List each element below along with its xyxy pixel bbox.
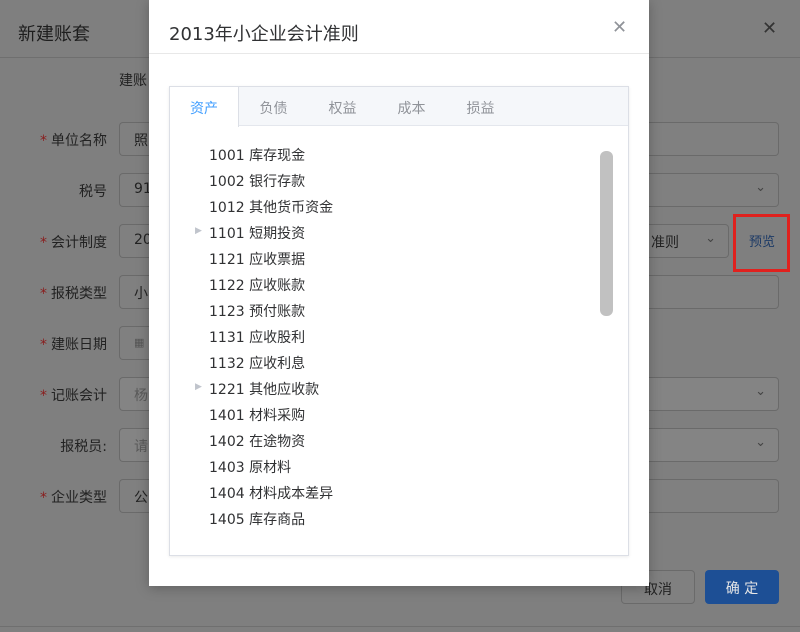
form-input-value: 杨 — [134, 388, 148, 404]
account-node[interactable]: 1101 短期投资 — [209, 219, 305, 245]
required-asterisk: * — [40, 235, 47, 251]
account-node[interactable]: 1402 在途物资 — [209, 427, 305, 453]
account-node[interactable]: 1132 应收利息 — [209, 349, 305, 375]
account-node[interactable]: 1404 材料成本差异 — [209, 479, 333, 505]
form-label-text: 税号 — [79, 184, 107, 200]
form-label: * 报税类型 — [40, 283, 107, 303]
form-input-value: 请 — [134, 439, 148, 455]
account-node[interactable]: 1403 原材料 — [209, 453, 291, 479]
account-node[interactable]: 1221 其他应收款 — [209, 375, 319, 401]
account-node[interactable]: 1123 预付账款 — [209, 297, 305, 323]
chevron-down-icon: ⌄ — [705, 231, 716, 246]
account-node[interactable]: 1012 其他货币资金 — [209, 193, 333, 219]
scrollbar-thumb[interactable] — [600, 151, 613, 316]
form-label: * 企业类型 — [40, 487, 107, 507]
form-input-end[interactable] — [649, 479, 779, 513]
chevron-down-icon: ⌄ — [755, 384, 766, 399]
required-asterisk: * — [40, 286, 47, 302]
form-input-value: 照 — [134, 133, 148, 149]
required-asterisk: * — [40, 133, 47, 149]
form-input-end[interactable]: ⌄ — [649, 377, 779, 411]
background-divider — [0, 626, 800, 632]
account-node[interactable]: 1122 应收账款 — [209, 271, 305, 297]
form-input-end[interactable]: 准则 ⌄ — [649, 224, 729, 258]
form-label-text: 报税类型 — [51, 286, 107, 302]
chart-of-accounts-modal: 2013年小企业会计准则 ✕ 资产 负债 权益 成本 损益 1001 库存现金 1002 … — [149, 0, 649, 586]
chevron-down-icon: ⌄ — [755, 180, 766, 195]
form-input-end[interactable]: ⌄ — [649, 428, 779, 462]
form-label-text: 报税员: — [60, 439, 107, 455]
form-label-text: 建账日期 — [51, 337, 107, 353]
form-input[interactable]: ▦ — [119, 326, 151, 360]
tab-5[interactable]: 损益 — [446, 87, 515, 126]
form-input-end[interactable] — [649, 122, 779, 156]
account-tree: 1001 库存现金 1002 银行存款 1012 其他货币资金 ▶ 1101 短期投资 1… — [170, 127, 628, 555]
form-input[interactable]: 公 — [119, 479, 151, 513]
form-input-end-value: 准则 — [651, 235, 679, 251]
tab-1[interactable]: 资产 — [170, 87, 239, 127]
account-node[interactable]: 1131 应收股利 — [209, 323, 305, 349]
calendar-icon: ▦ — [134, 336, 145, 349]
form-label: * 会计制度 — [40, 232, 107, 252]
form-input[interactable]: 请 — [119, 428, 151, 462]
preview-link[interactable]: 预览 — [749, 231, 775, 250]
required-asterisk: * — [40, 490, 47, 506]
form-input[interactable]: 91 — [119, 173, 151, 207]
form-input-value: 小 — [134, 286, 148, 302]
tabs-card: 资产 负债 权益 成本 损益 1001 库存现金 1002 银行存款 1012 其他货币资金… — [169, 86, 629, 556]
form-label-text: 记账会计 — [51, 388, 107, 404]
account-node[interactable]: 1001 库存现金 — [209, 141, 305, 167]
close-icon[interactable]: ✕ — [612, 17, 627, 38]
modal-title: 2013年小企业会计准则 — [169, 24, 359, 45]
account-node[interactable]: 1002 银行存款 — [209, 167, 305, 193]
form-input-end[interactable] — [649, 275, 779, 309]
form-input-value: 公 — [134, 490, 148, 506]
background-subheading: 建账 — [119, 73, 147, 89]
account-node[interactable]: 1405 库存商品 — [209, 505, 305, 531]
background-dialog-title: 新建账套 — [18, 24, 90, 45]
form-input[interactable]: 杨 — [119, 377, 151, 411]
confirm-button[interactable]: 确 定 — [705, 570, 779, 604]
account-node[interactable]: 1121 应收票据 — [209, 245, 305, 271]
chevron-down-icon: ⌄ — [755, 435, 766, 450]
tab-bar: 资产 负债 权益 成本 损益 — [170, 87, 628, 127]
form-input[interactable]: 照 — [119, 122, 151, 156]
tab-3[interactable]: 权益 — [308, 87, 377, 126]
form-input[interactable]: 20 — [119, 224, 151, 258]
form-label-text: 企业类型 — [51, 490, 107, 506]
form-label: 税号 — [79, 181, 107, 201]
form-label: * 单位名称 — [40, 130, 107, 150]
form-label: * 建账日期 — [40, 334, 107, 354]
background-close-icon[interactable]: ✕ — [762, 18, 777, 39]
form-label: 报税员: — [60, 436, 107, 456]
account-node[interactable]: 1401 材料采购 — [209, 401, 305, 427]
form-label: * 记账会计 — [40, 385, 107, 405]
form-input-end[interactable]: ⌄ — [649, 173, 779, 207]
form-input[interactable]: 小 — [119, 275, 151, 309]
tab-2[interactable]: 负债 — [239, 87, 308, 126]
required-asterisk: * — [40, 388, 47, 404]
caret-right-icon[interactable]: ▶ — [195, 375, 203, 401]
required-asterisk: * — [40, 337, 47, 353]
modal-header: 2013年小企业会计准则 ✕ — [149, 0, 649, 54]
caret-right-icon[interactable]: ▶ — [195, 219, 203, 245]
form-label-text: 会计制度 — [51, 235, 107, 251]
tab-4[interactable]: 成本 — [377, 87, 446, 126]
form-label-text: 单位名称 — [51, 133, 107, 149]
